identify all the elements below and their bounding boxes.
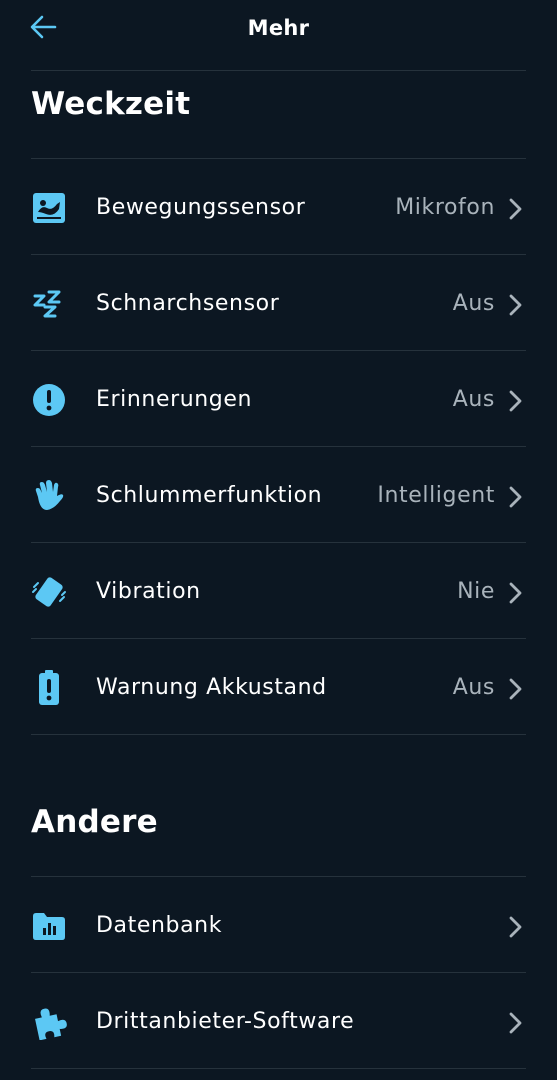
row-label: Schnarchsensor (96, 291, 280, 316)
row-label: Warnung Akkustand (96, 675, 327, 700)
motion-sensor-icon (31, 190, 67, 226)
settings-row-database[interactable]: Datenbank (31, 879, 526, 974)
section-title-andere: Andere (31, 804, 158, 840)
chevron-right-icon (509, 294, 522, 316)
page-title: Mehr (247, 16, 310, 40)
chevron-right-icon (509, 582, 522, 604)
vibrating-phone-icon (31, 574, 67, 610)
row-value: Aus (452, 675, 495, 700)
app-header: Mehr (0, 0, 557, 64)
puzzle-piece-icon (31, 1004, 67, 1040)
divider (31, 876, 526, 877)
chevron-right-icon (509, 916, 522, 938)
settings-row-snore-sensor[interactable]: Schnarchsensor Aus (31, 257, 526, 352)
settings-row-motion-sensor[interactable]: Bewegungssensor Mikrofon (31, 161, 526, 256)
settings-row-battery-warning[interactable]: Warnung Akkustand Aus (31, 641, 526, 736)
divider (31, 638, 526, 639)
settings-row-third-party-software[interactable]: Drittanbieter-Software (31, 975, 526, 1070)
row-value: Intelligent (377, 483, 495, 508)
row-value: Nie (457, 579, 495, 604)
divider (31, 446, 526, 447)
settings-row-vibration[interactable]: Vibration Nie (31, 545, 526, 640)
row-value: Aus (452, 291, 495, 316)
divider (31, 254, 526, 255)
divider (31, 734, 526, 735)
divider (31, 542, 526, 543)
row-label: Vibration (96, 579, 201, 604)
row-label: Bewegungssensor (96, 195, 306, 220)
row-label: Datenbank (96, 913, 223, 938)
divider (31, 350, 526, 351)
exclamation-circle-icon (31, 382, 67, 418)
settings-row-reminders[interactable]: Erinnerungen Aus (31, 353, 526, 448)
hand-wave-icon (31, 478, 67, 514)
divider (31, 972, 526, 973)
divider (31, 70, 526, 71)
snore-zz-icon (31, 286, 67, 322)
row-label: Drittanbieter-Software (96, 1009, 355, 1034)
chevron-right-icon (509, 198, 522, 220)
row-value: Mikrofon (395, 195, 495, 220)
chevron-right-icon (509, 486, 522, 508)
divider (31, 158, 526, 159)
chevron-right-icon (509, 1012, 522, 1034)
chevron-right-icon (509, 678, 522, 700)
row-label: Erinnerungen (96, 387, 253, 412)
divider (31, 1068, 526, 1069)
section-title-weckzeit: Weckzeit (31, 86, 191, 122)
row-label: Schlummerfunktion (96, 483, 323, 508)
row-value: Aus (452, 387, 495, 412)
settings-row-snooze[interactable]: Schlummerfunktion Intelligent (31, 449, 526, 544)
folder-chart-icon (31, 908, 67, 944)
battery-alert-icon (31, 670, 67, 706)
chevron-right-icon (509, 390, 522, 412)
